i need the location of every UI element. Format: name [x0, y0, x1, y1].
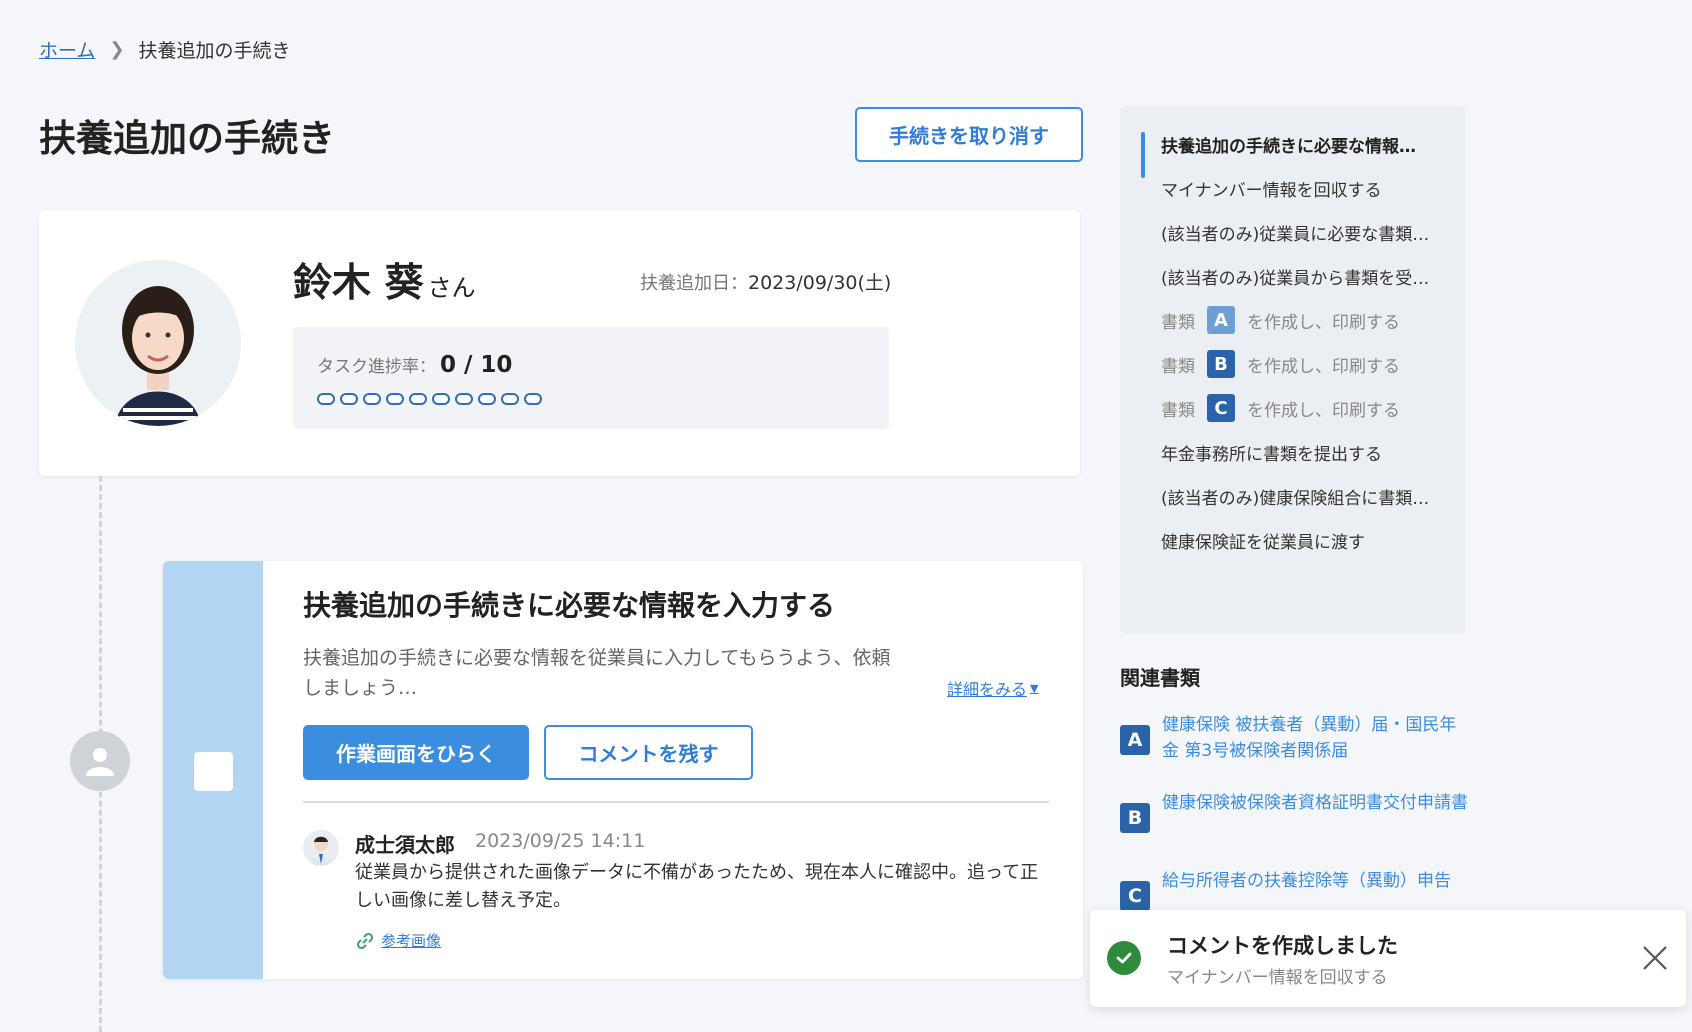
active-step-indicator — [1141, 132, 1145, 178]
breadcrumb-current: 扶養追加の手続き — [138, 40, 291, 62]
step-item[interactable]: 健康保険証を従業員に渡す — [1161, 528, 1365, 553]
related-document-link[interactable]: 健康保険 被扶養者（異動）届・国民年金 第3号被保険者関係届 — [1162, 712, 1472, 764]
step-item[interactable]: 年金事務所に書類を提出する — [1161, 440, 1382, 465]
document-badge: B — [1207, 350, 1235, 378]
close-icon[interactable] — [1640, 943, 1670, 973]
step-suffix: を作成し、印刷する — [1247, 312, 1400, 333]
task-title: 扶養追加の手続きに必要な情報を入力する — [303, 589, 836, 622]
step-item[interactable]: 書類 C を作成し、印刷する — [1161, 394, 1400, 422]
progress-dot — [317, 393, 335, 405]
step-item[interactable]: マイナンバー情報を回収する — [1161, 176, 1382, 201]
progress-dot — [340, 393, 358, 405]
progress-dot — [478, 393, 496, 405]
step-label: (該当者のみ)従業員に必要な書類… — [1161, 225, 1430, 245]
caret-down-icon: ▼ — [1030, 681, 1039, 695]
step-item[interactable]: 扶養追加の手続きに必要な情報… — [1161, 132, 1416, 157]
progress-dot — [363, 393, 381, 405]
cancel-procedure-button[interactable]: 手続きを取り消す — [855, 107, 1083, 162]
step-label: (該当者のみ)健康保険組合に書類… — [1161, 489, 1430, 509]
task-checkbox[interactable] — [194, 752, 233, 791]
breadcrumb-home-link[interactable]: ホーム — [39, 36, 95, 63]
assignee-icon — [70, 731, 130, 791]
progress-dot — [409, 393, 427, 405]
comment-body: 従業員から提供された画像データに不備があったため、現在本人に確認中。追って正しい… — [355, 862, 1039, 911]
step-item[interactable]: 書類 A を作成し、印刷する — [1161, 306, 1400, 334]
commenter-name: 成士須太郎 — [355, 833, 455, 857]
date-value: 2023/09/30(土) — [748, 272, 892, 294]
step-suffix: を作成し、印刷する — [1247, 356, 1400, 377]
document-badge: A — [1120, 725, 1150, 755]
page-title: 扶養追加の手続き — [39, 117, 335, 160]
step-label: 年金事務所に書類を提出する — [1161, 445, 1382, 465]
progress-value: 0 / 10 — [440, 352, 513, 378]
leave-comment-button[interactable]: コメントを残す — [544, 725, 753, 780]
progress-dot — [386, 393, 404, 405]
document-badge: C — [1120, 881, 1150, 910]
task-description: 扶養追加の手続きに必要な情報を従業員に入力してもらうよう、依頼しましょう… — [303, 647, 891, 699]
chevron-right-icon: ❯ — [109, 39, 125, 60]
step-label: マイナンバー情報を回収する — [1161, 181, 1382, 201]
link-icon — [356, 932, 374, 949]
progress-dot — [455, 393, 473, 405]
progress-dot — [524, 393, 542, 405]
reference-image-label: 参考画像 — [381, 932, 442, 950]
step-item[interactable]: (該当者のみ)従業員に必要な書類… — [1161, 220, 1429, 245]
related-document-item[interactable]: C 給与所得者の扶養控除等（異動）申告 — [1120, 868, 1472, 910]
open-work-screen-button[interactable]: 作業画面をひらく — [303, 725, 529, 780]
check-circle-icon — [1107, 941, 1141, 975]
step-prefix: 書類 — [1161, 312, 1195, 333]
task-progress: タスク進捗率： 0 / 10 — [317, 352, 512, 378]
dependent-add-date: 扶養追加日：2023/09/30(土) — [640, 268, 891, 295]
related-document-link[interactable]: 給与所得者の扶養控除等（異動）申告 — [1162, 868, 1472, 910]
step-item[interactable]: (該当者のみ)健康保険組合に書類… — [1161, 484, 1429, 509]
step-item[interactable]: (該当者のみ)従業員から書類を受… — [1161, 264, 1429, 289]
step-item[interactable]: 書類 B を作成し、印刷する — [1161, 350, 1400, 378]
related-document-link[interactable]: 健康保険被保険者資格証明書交付申請書 — [1162, 790, 1472, 833]
step-label: 扶養追加の手続きに必要な情報… — [1161, 137, 1416, 157]
commenter-avatar — [303, 830, 339, 866]
document-badge: B — [1120, 803, 1150, 833]
step-label: 健康保険証を従業員に渡す — [1161, 533, 1365, 553]
progress-label: タスク進捗率： — [317, 357, 436, 377]
comment-timestamp: 2023/09/25 14:11 — [475, 830, 646, 852]
detail-link-label: 詳細をみる — [947, 680, 1028, 699]
employee-name: 鈴木 葵さん — [293, 252, 476, 308]
employee-name-suffix: さん — [427, 274, 476, 302]
step-prefix: 書類 — [1161, 400, 1195, 421]
progress-dot — [432, 393, 450, 405]
related-documents-title: 関連書類 — [1120, 666, 1200, 690]
breadcrumb: ホーム ❯ 扶養追加の手続き — [39, 36, 291, 63]
employee-avatar — [75, 260, 241, 426]
progress-dots — [317, 393, 542, 405]
step-label: (該当者のみ)従業員から書類を受… — [1161, 269, 1430, 289]
employee-name-text: 鈴木 葵 — [293, 261, 424, 306]
step-suffix: を作成し、印刷する — [1247, 400, 1400, 421]
person-photo-icon — [75, 260, 241, 426]
date-label: 扶養追加日： — [640, 273, 748, 294]
divider — [303, 801, 1049, 803]
step-prefix: 書類 — [1161, 356, 1195, 377]
related-document-item[interactable]: B 健康保険被保険者資格証明書交付申請書 — [1120, 790, 1472, 833]
document-badge: C — [1207, 394, 1235, 422]
progress-dot — [501, 393, 519, 405]
reference-image-link[interactable]: 参考画像 — [355, 930, 441, 951]
document-badge: A — [1207, 306, 1235, 334]
detail-link[interactable]: 詳細をみる ▼ — [947, 676, 1038, 700]
task-progress-box — [293, 327, 889, 429]
toast-title: コメントを作成しました — [1167, 934, 1398, 958]
related-document-item[interactable]: A 健康保険 被扶養者（異動）届・国民年金 第3号被保険者関係届 — [1120, 712, 1472, 764]
toast-subtitle: マイナンバー情報を回収する — [1167, 968, 1388, 988]
